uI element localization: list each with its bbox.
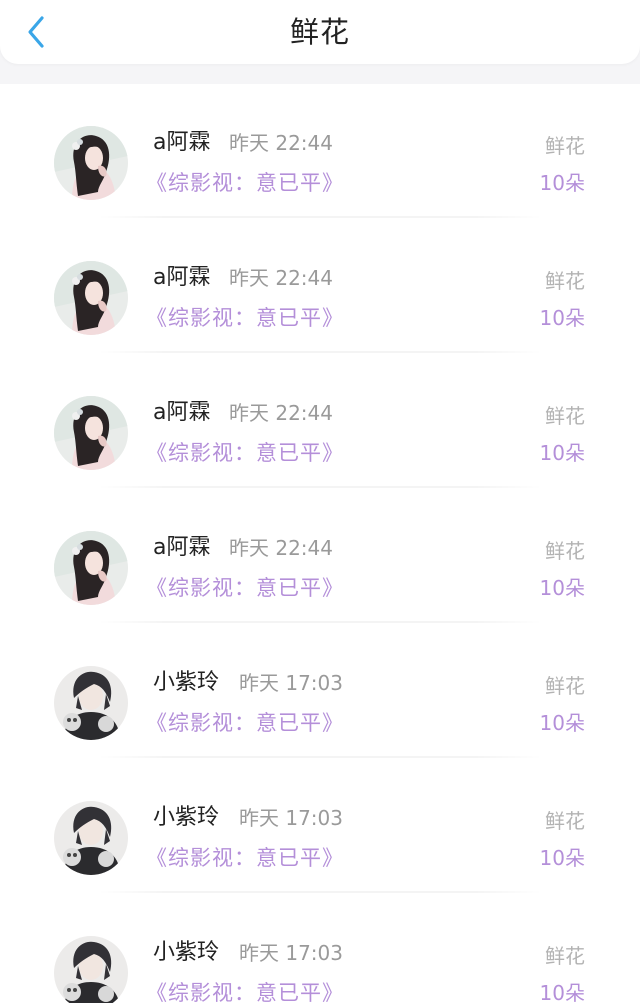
list-item[interactable]: 小紫玲 昨天 17:03 《综影视：意已平》 鲜花 10朵 [0, 624, 640, 759]
user-name[interactable]: a阿霖 [153, 399, 210, 427]
book-title[interactable]: 《综影视：意已平》 [146, 168, 344, 198]
avatar[interactable] [54, 936, 128, 1003]
divider [98, 621, 542, 623]
girl-avatar-image [54, 531, 128, 605]
divider [98, 891, 542, 893]
list-item[interactable]: a阿霖 昨天 22:44 《综影视：意已平》 鲜花 10朵 [0, 489, 640, 624]
avatar[interactable] [54, 396, 128, 470]
gift-type: 鲜花 [545, 809, 585, 833]
user-name[interactable]: 小紫玲 [153, 669, 219, 697]
timestamp: 昨天 17:03 [239, 671, 343, 695]
boy-avatar-image [54, 936, 128, 1003]
avatar[interactable] [54, 666, 128, 740]
timestamp: 昨天 22:44 [229, 536, 333, 560]
page-title: 鲜花 [289, 15, 350, 49]
flower-record-list[interactable]: a阿霖 昨天 22:44 《综影视：意已平》 鲜花 10朵 a阿霖 昨天 22:… [0, 84, 640, 1003]
timestamp: 昨天 17:03 [239, 806, 343, 830]
book-title[interactable]: 《综影视：意已平》 [146, 438, 344, 468]
divider [98, 486, 542, 488]
divider [98, 756, 542, 758]
gift-count: 10朵 [539, 846, 585, 870]
user-name[interactable]: 小紫玲 [153, 804, 219, 832]
book-title[interactable]: 《综影视：意已平》 [146, 843, 344, 873]
gift-count: 10朵 [539, 171, 585, 195]
divider [98, 216, 542, 218]
gift-type: 鲜花 [545, 269, 585, 293]
girl-avatar-image [54, 396, 128, 470]
book-title[interactable]: 《综影视：意已平》 [146, 303, 344, 333]
book-title[interactable]: 《综影视：意已平》 [146, 978, 344, 1003]
timestamp: 昨天 22:44 [229, 131, 333, 155]
list-item[interactable]: a阿霖 昨天 22:44 《综影视：意已平》 鲜花 10朵 [0, 219, 640, 354]
timestamp: 昨天 17:03 [239, 941, 343, 965]
gift-type: 鲜花 [545, 134, 585, 158]
list-item[interactable]: 小紫玲 昨天 17:03 《综影视：意已平》 鲜花 10朵 [0, 894, 640, 1003]
user-name[interactable]: a阿霖 [153, 129, 210, 157]
avatar[interactable] [54, 126, 128, 200]
gift-count: 10朵 [539, 711, 585, 735]
list-item[interactable]: a阿霖 昨天 22:44 《综影视：意已平》 鲜花 10朵 [0, 84, 640, 219]
user-name[interactable]: 小紫玲 [153, 939, 219, 967]
gift-type: 鲜花 [545, 944, 585, 968]
list-item[interactable]: 小紫玲 昨天 17:03 《综影视：意已平》 鲜花 10朵 [0, 759, 640, 894]
divider [98, 351, 542, 353]
user-name[interactable]: a阿霖 [153, 264, 210, 292]
boy-avatar-image [54, 666, 128, 740]
girl-avatar-image [54, 261, 128, 335]
gift-type: 鲜花 [545, 674, 585, 698]
gift-type: 鲜花 [545, 539, 585, 563]
girl-avatar-image [54, 126, 128, 200]
list-item[interactable]: a阿霖 昨天 22:44 《综影视：意已平》 鲜花 10朵 [0, 354, 640, 489]
avatar[interactable] [54, 261, 128, 335]
boy-avatar-image [54, 801, 128, 875]
avatar[interactable] [54, 531, 128, 605]
top-bar: 鲜花 [0, 0, 640, 64]
gift-count: 10朵 [539, 576, 585, 600]
book-title[interactable]: 《综影视：意已平》 [146, 573, 344, 603]
timestamp: 昨天 22:44 [229, 266, 333, 290]
book-title[interactable]: 《综影视：意已平》 [146, 708, 344, 738]
gift-type: 鲜花 [545, 404, 585, 428]
avatar[interactable] [54, 801, 128, 875]
gift-count: 10朵 [539, 306, 585, 330]
user-name[interactable]: a阿霖 [153, 534, 210, 562]
gift-count: 10朵 [539, 441, 585, 465]
timestamp: 昨天 22:44 [229, 401, 333, 425]
gift-count: 10朵 [539, 981, 585, 1003]
